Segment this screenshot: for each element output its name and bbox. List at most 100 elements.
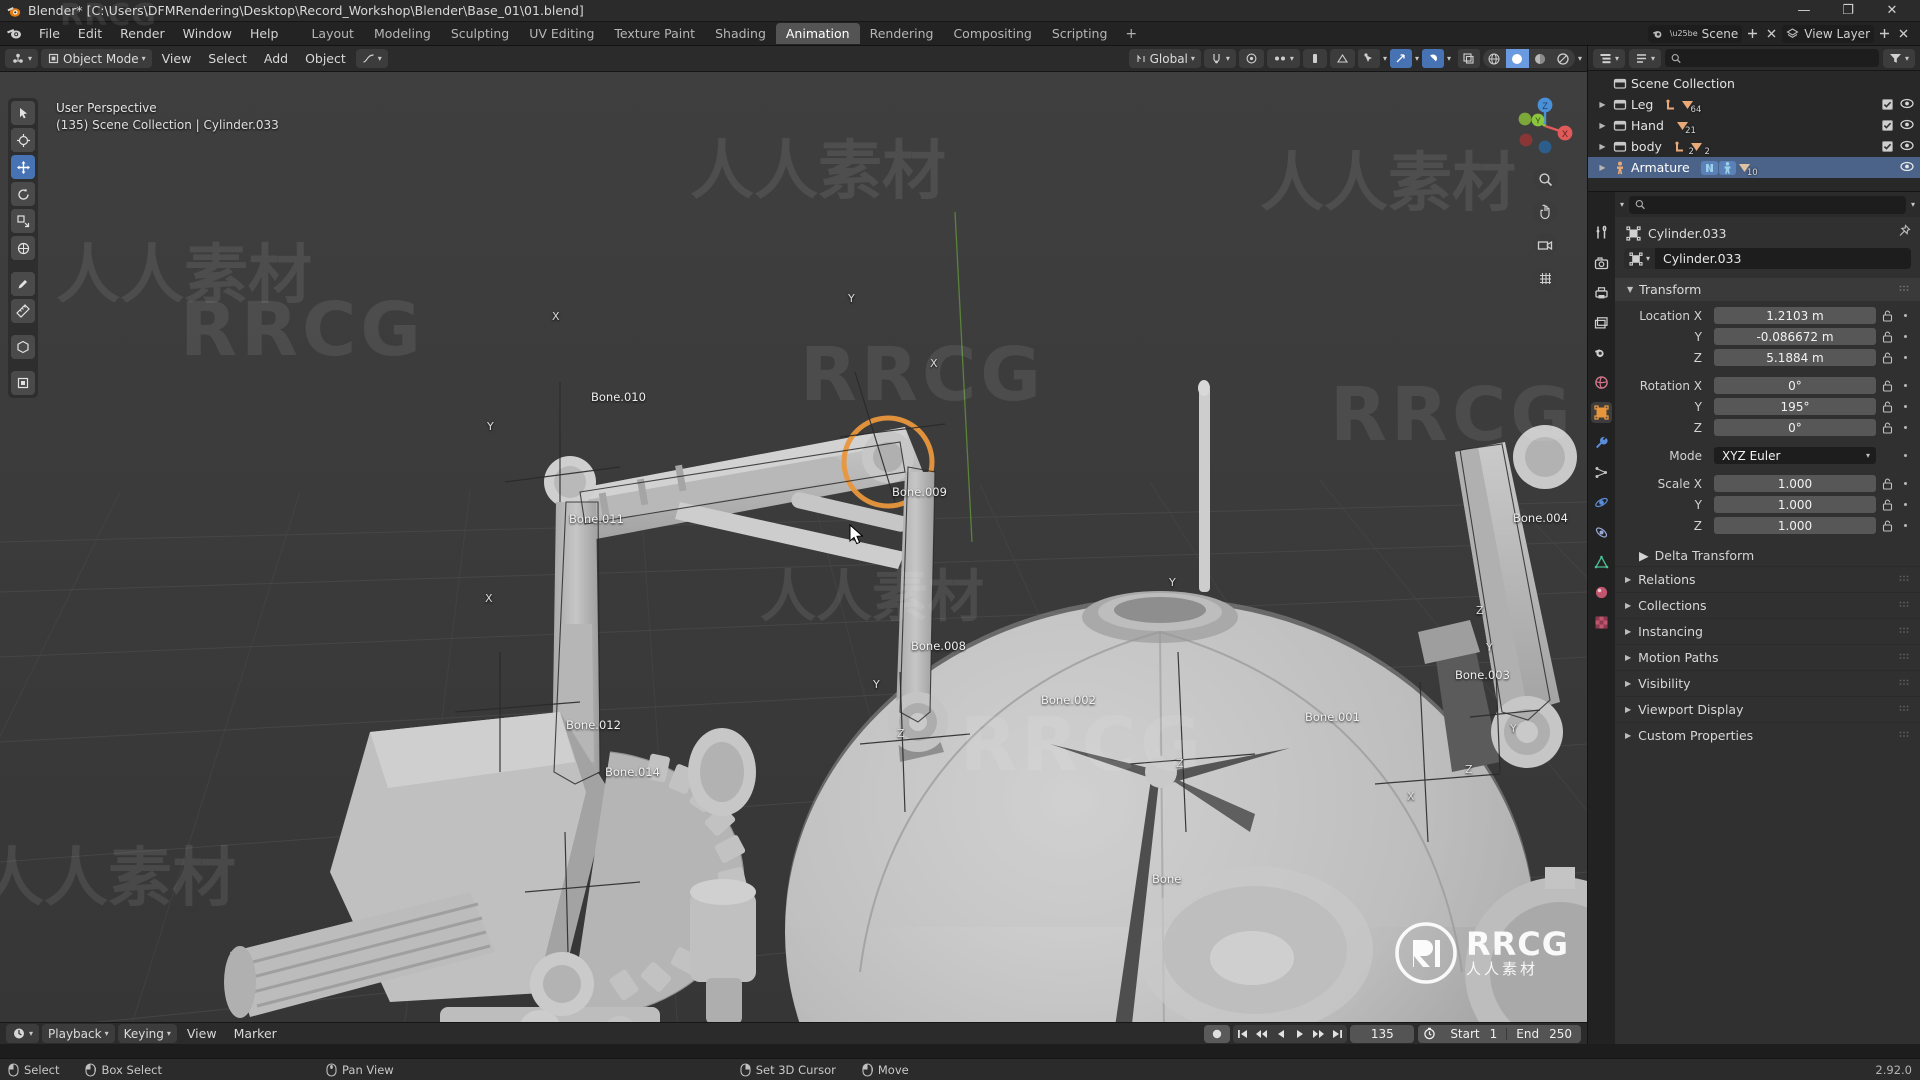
location-z-lock-icon[interactable] bbox=[1880, 352, 1895, 364]
location-z-value[interactable]: 5.1884 m bbox=[1714, 349, 1876, 366]
workspace-tab-scripting[interactable]: Scripting bbox=[1042, 23, 1118, 44]
tool-measure-box[interactable] bbox=[11, 371, 35, 395]
section-motion-paths[interactable]: ▶ Motion Paths bbox=[1615, 644, 1920, 670]
menu-file[interactable]: File bbox=[30, 24, 69, 44]
location-y-lock-icon[interactable] bbox=[1880, 331, 1895, 343]
section-custom-properties[interactable]: ▶ Custom Properties bbox=[1615, 722, 1920, 748]
previous-keyframe-button[interactable] bbox=[1252, 1025, 1271, 1043]
section-relations[interactable]: ▶ Relations bbox=[1615, 566, 1920, 592]
3d-viewport[interactable]: 人人素材 RRCG 人人素材 RRCG 人人素材 RRCG 人人素材 RRCG … bbox=[0, 72, 1587, 1022]
outliner-search-box[interactable] bbox=[1665, 49, 1879, 67]
section-collections[interactable]: ▶ Collections bbox=[1615, 592, 1920, 618]
next-keyframe-button[interactable] bbox=[1309, 1025, 1328, 1043]
rotation-y-value[interactable]: 195° bbox=[1714, 398, 1876, 415]
jump-to-end-button[interactable] bbox=[1328, 1025, 1347, 1043]
proportional-falloff-selector[interactable]: ▾ bbox=[1266, 49, 1300, 68]
scale-z-value[interactable]: 1.000 bbox=[1714, 517, 1876, 534]
new-view-layer-icon[interactable] bbox=[1876, 25, 1893, 43]
section-instancing[interactable]: ▶ Instancing bbox=[1615, 618, 1920, 644]
tab-world[interactable] bbox=[1591, 372, 1612, 393]
outliner-row-body[interactable]: ▶ body 2 2 bbox=[1588, 136, 1920, 157]
timeline-menu-view[interactable]: View bbox=[180, 1024, 224, 1043]
minimize-button[interactable]: — bbox=[1782, 0, 1826, 22]
mirror-options-button[interactable] bbox=[1329, 49, 1355, 68]
close-button[interactable]: ✕ bbox=[1870, 0, 1914, 22]
section-viewport-display[interactable]: ▶ Viewport Display bbox=[1615, 696, 1920, 722]
visibility-eye-icon[interactable] bbox=[1900, 97, 1914, 112]
end-frame-field[interactable]: End 250 bbox=[1507, 1027, 1581, 1041]
transform-panel-header[interactable]: ▼ Transform bbox=[1615, 278, 1920, 301]
rotation-y-animate-dot[interactable] bbox=[1899, 405, 1911, 408]
tool-scale[interactable] bbox=[11, 209, 35, 233]
rotation-y-lock-icon[interactable] bbox=[1880, 401, 1895, 413]
outliner-search-input[interactable] bbox=[1686, 51, 1873, 65]
rotation-x-value[interactable]: 0° bbox=[1714, 377, 1876, 394]
tool-move[interactable] bbox=[11, 155, 35, 179]
proportional-edit-toggle[interactable] bbox=[1238, 49, 1264, 68]
overlays-chevron-down-icon[interactable]: ▾ bbox=[1415, 54, 1419, 63]
view-layer-selector[interactable]: View Layer bbox=[1782, 24, 1874, 43]
workspace-tab-layout[interactable]: Layout bbox=[301, 23, 364, 44]
viewport-menu-view[interactable]: View bbox=[155, 49, 199, 68]
visibility-eye-icon[interactable] bbox=[1900, 160, 1914, 175]
workspace-tab-shading[interactable]: Shading bbox=[705, 23, 776, 44]
scale-x-animate-dot[interactable] bbox=[1899, 482, 1911, 485]
properties-search-input[interactable] bbox=[1650, 197, 1900, 212]
body-disclosure-triangle[interactable]: ▶ bbox=[1596, 142, 1609, 151]
rotation-x-animate-dot[interactable] bbox=[1899, 384, 1911, 387]
camera-view-gizmo-icon[interactable] bbox=[1533, 233, 1557, 257]
play-button[interactable] bbox=[1290, 1025, 1309, 1043]
tab-object-data[interactable] bbox=[1591, 552, 1612, 573]
location-y-value[interactable]: -0.086672 m bbox=[1714, 328, 1876, 345]
timeline-menu-keying[interactable]: Keying ▾ bbox=[117, 1024, 177, 1043]
location-z-animate-dot[interactable] bbox=[1899, 356, 1911, 359]
tab-view-layer[interactable] bbox=[1591, 312, 1612, 333]
tab-object[interactable] bbox=[1591, 402, 1612, 423]
current-frame-field[interactable]: 135 bbox=[1350, 1024, 1415, 1043]
viewport-menu-object[interactable]: Object bbox=[298, 49, 353, 68]
delete-view-layer-icon[interactable] bbox=[1895, 25, 1912, 43]
workspace-tab-animation[interactable]: Animation bbox=[775, 23, 860, 44]
rotation-z-lock-icon[interactable] bbox=[1880, 422, 1895, 434]
viewport-menu-add[interactable]: Add bbox=[257, 49, 295, 68]
viewport-menu-select[interactable]: Select bbox=[201, 49, 254, 68]
xray-toggle[interactable] bbox=[1421, 49, 1444, 68]
new-scene-icon[interactable] bbox=[1744, 25, 1761, 43]
delta-transform-header[interactable]: ▶ Delta Transform bbox=[1615, 545, 1920, 566]
tab-output[interactable] bbox=[1591, 282, 1612, 303]
menu-render[interactable]: Render bbox=[111, 24, 174, 44]
timeline-menu-playback[interactable]: Playback ▾ bbox=[42, 1024, 115, 1043]
outliner-row-scene-collection[interactable]: Scene Collection bbox=[1588, 73, 1920, 94]
gizmo-chevron-down-icon[interactable]: ▾ bbox=[1383, 54, 1387, 63]
section-visibility[interactable]: ▶ Visibility bbox=[1615, 670, 1920, 696]
outliner-row-hand[interactable]: ▶ Hand 21 bbox=[1588, 115, 1920, 136]
workspace-tab-rendering[interactable]: Rendering bbox=[860, 23, 944, 44]
scale-z-animate-dot[interactable] bbox=[1899, 524, 1911, 527]
shading-solid-button[interactable] bbox=[1505, 49, 1529, 68]
shading-wireframe-button[interactable] bbox=[1483, 49, 1506, 68]
tab-physics[interactable] bbox=[1591, 492, 1612, 513]
workspace-tab-sculpting[interactable]: Sculpting bbox=[441, 23, 519, 44]
show-overlays-toggle[interactable] bbox=[1389, 49, 1412, 68]
outliner-row-armature[interactable]: ▶ Armature 10 bbox=[1588, 157, 1920, 178]
scale-y-animate-dot[interactable] bbox=[1899, 503, 1911, 506]
rotation-z-value[interactable]: 0° bbox=[1714, 419, 1876, 436]
visibility-eye-icon[interactable] bbox=[1900, 118, 1914, 133]
properties-search-box[interactable] bbox=[1629, 195, 1906, 214]
tab-particles[interactable] bbox=[1591, 462, 1612, 483]
menu-help[interactable]: Help bbox=[241, 24, 288, 44]
scene-selector[interactable]: \u25be Scene bbox=[1647, 24, 1743, 43]
scale-y-value[interactable]: 1.000 bbox=[1714, 496, 1876, 513]
timeline-menu-marker[interactable]: Marker bbox=[227, 1024, 284, 1043]
tool-cursor[interactable] bbox=[11, 128, 35, 152]
shading-material-preview-button[interactable] bbox=[1529, 49, 1552, 68]
location-x-value[interactable]: 1.2103 m bbox=[1714, 307, 1876, 324]
toggle-xray-button[interactable] bbox=[1457, 49, 1480, 68]
outliner-editor-type-selector[interactable]: ▾ bbox=[1593, 48, 1626, 68]
outliner-filter-button[interactable]: ▾ bbox=[1882, 48, 1915, 68]
rotation-mode-animate-dot[interactable] bbox=[1899, 454, 1911, 457]
snap-selector[interactable]: ▾ bbox=[1203, 49, 1236, 68]
visibility-eye-icon[interactable] bbox=[1900, 139, 1914, 154]
ortho-toggle-gizmo-icon[interactable] bbox=[1533, 266, 1557, 290]
play-reverse-button[interactable] bbox=[1271, 1025, 1290, 1043]
